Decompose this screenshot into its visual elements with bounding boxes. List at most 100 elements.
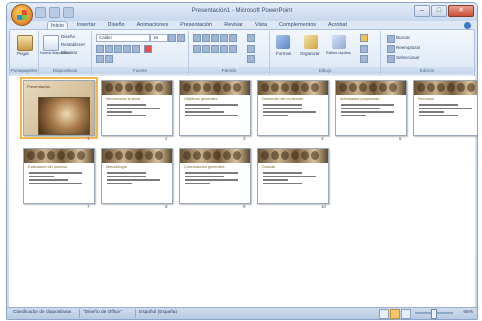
replace-button[interactable]: Reemplazar xyxy=(396,45,420,50)
line-spacing-icon[interactable] xyxy=(229,34,237,42)
slide-thumbnail[interactable]: Presentación xyxy=(20,77,98,139)
align-text-icon[interactable] xyxy=(247,45,255,53)
quick-styles-icon[interactable] xyxy=(332,35,346,49)
layout-button[interactable]: Diseño xyxy=(61,34,75,39)
arrange-label: Organizar xyxy=(300,51,320,56)
slide-thumbnail[interactable]: Objetivos generales xyxy=(179,80,251,136)
zoom-level[interactable]: 66% xyxy=(463,310,473,315)
office-button[interactable] xyxy=(11,4,33,26)
strikethrough-icon[interactable] xyxy=(123,45,131,53)
grow-font-icon[interactable] xyxy=(168,34,176,42)
slide-text-line xyxy=(419,111,444,113)
shapes-icon[interactable] xyxy=(276,35,290,49)
status-language[interactable]: Español (España) xyxy=(139,310,177,315)
numbering-icon[interactable] xyxy=(202,34,210,42)
italic-icon[interactable] xyxy=(105,45,113,53)
slide-number: 9 xyxy=(243,204,246,209)
normal-view-button[interactable] xyxy=(379,309,389,319)
help-icon[interactable] xyxy=(464,22,471,29)
slide-thumbnail[interactable]: Actividades propuestas xyxy=(335,80,407,136)
align-left-icon[interactable] xyxy=(193,45,201,53)
slide-thumbnail[interactable]: Recursos xyxy=(413,80,477,136)
slide-thumbnail[interactable]: Desarrollo del contenido xyxy=(257,80,329,136)
font-name-select[interactable]: Calibri xyxy=(96,34,150,42)
slide-text-line xyxy=(341,114,366,116)
group-label-editing: Edición xyxy=(381,67,473,74)
paste-label: Pegar xyxy=(17,51,30,56)
slide-text-line xyxy=(185,172,238,174)
shape-outline-icon[interactable] xyxy=(360,45,368,53)
window-title: Presentación1 - Microsoft PowerPoint xyxy=(191,8,293,14)
slide-banner-image xyxy=(336,81,406,95)
slide-text-line xyxy=(341,107,380,109)
redo-icon[interactable] xyxy=(63,7,74,18)
find-button[interactable]: Buscar xyxy=(396,35,410,40)
status-view: Clasificador de diapositivas xyxy=(13,310,72,315)
slide-title: Desarrollo del contenido xyxy=(262,97,303,101)
smartart-icon[interactable] xyxy=(247,55,255,63)
new-slide-icon[interactable] xyxy=(43,35,59,51)
text-direction-icon[interactable] xyxy=(247,34,255,42)
increase-indent-icon[interactable] xyxy=(220,34,228,42)
paste-icon[interactable] xyxy=(17,35,33,51)
replace-icon[interactable] xyxy=(387,45,395,53)
group-label-clipboard: Portapapeles xyxy=(10,67,38,74)
arrange-icon[interactable] xyxy=(304,35,318,49)
status-separator xyxy=(135,309,136,318)
font-color-icon[interactable] xyxy=(144,45,152,53)
shape-effects-icon[interactable] xyxy=(360,55,368,63)
shadow-icon[interactable] xyxy=(132,45,140,53)
slide-text-line xyxy=(419,107,472,109)
decrease-indent-icon[interactable] xyxy=(211,34,219,42)
slide-title: Presentación xyxy=(27,84,51,89)
slide-thumbnail[interactable]: Gracias xyxy=(257,148,329,204)
powerpoint-window: Presentación1 - Microsoft PowerPoint – □… xyxy=(6,2,478,320)
bullets-icon[interactable] xyxy=(193,34,201,42)
slide-text-line xyxy=(263,179,288,181)
slide-text-line xyxy=(263,172,302,174)
spacing-icon[interactable] xyxy=(96,55,104,63)
slide-text-line xyxy=(185,182,210,184)
slide-text-line xyxy=(419,104,458,106)
slide-thumbnail[interactable]: Evaluación del proceso xyxy=(23,148,95,204)
slide-thumbnail[interactable]: Conclusiones generales xyxy=(179,148,251,204)
columns-icon[interactable] xyxy=(229,45,237,53)
group-label-font: Fuente xyxy=(92,67,188,74)
select-icon[interactable] xyxy=(387,55,395,63)
slide-thumbnail[interactable]: Introducción al tema xyxy=(101,80,173,136)
slide-thumbnail[interactable]: Metodología xyxy=(101,148,173,204)
align-center-icon[interactable] xyxy=(202,45,210,53)
slide-text-line xyxy=(29,172,82,174)
reset-button[interactable]: Restablecer xyxy=(61,42,85,47)
undo-icon[interactable] xyxy=(49,7,60,18)
slide-text-line xyxy=(341,104,394,106)
window-controls: – □ ✕ xyxy=(414,5,474,17)
select-button[interactable]: Seleccionar xyxy=(396,55,420,60)
view-buttons xyxy=(379,309,411,319)
maximize-button[interactable]: □ xyxy=(431,5,447,17)
underline-icon[interactable] xyxy=(114,45,122,53)
zoom-slider[interactable] xyxy=(415,309,453,319)
status-theme: "Diseño de Office" xyxy=(83,310,122,315)
delete-button[interactable]: Eliminar xyxy=(61,50,77,55)
justify-icon[interactable] xyxy=(220,45,228,53)
shape-fill-icon[interactable] xyxy=(360,34,368,42)
slide-text-line xyxy=(341,111,394,113)
minimize-button[interactable]: – xyxy=(414,5,430,17)
find-icon[interactable] xyxy=(387,35,395,43)
align-right-icon[interactable] xyxy=(211,45,219,53)
save-icon[interactable] xyxy=(35,7,46,18)
slide-text-line xyxy=(419,114,458,116)
change-case-icon[interactable] xyxy=(105,55,113,63)
slide-show-button[interactable] xyxy=(401,309,411,319)
font-size-select[interactable]: 18 xyxy=(150,34,168,42)
slide-banner-image xyxy=(180,149,250,163)
status-bar: Clasificador de diapositivas "Diseño de … xyxy=(7,307,477,319)
office-logo-icon xyxy=(17,10,27,20)
zoom-knob[interactable] xyxy=(431,309,437,319)
shrink-font-icon[interactable] xyxy=(177,34,185,42)
bold-icon[interactable] xyxy=(96,45,104,53)
slide-sorter-view-button[interactable] xyxy=(390,309,400,319)
slide-banner-image xyxy=(414,81,477,95)
close-button[interactable]: ✕ xyxy=(448,5,474,17)
